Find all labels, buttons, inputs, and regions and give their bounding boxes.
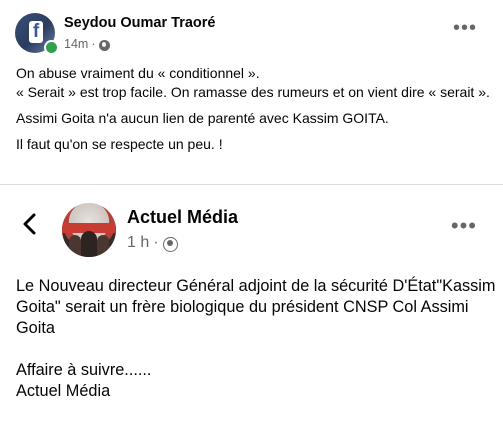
shared-post-body: Le Nouveau directeur Général adjoint de … [16,276,496,402]
shared-post-meta: 1 h · [127,234,178,252]
post-paragraph: Assimi Goita n'a aucun lien de parenté a… [16,110,389,126]
shared-post-paragraph: Le Nouveau directeur Général adjoint de … [16,277,496,337]
shared-post-paragraph: Affaire à suivre...... Actuel Média [16,361,152,400]
globe-icon[interactable] [162,236,178,252]
meta-separator: · [153,234,159,251]
shared-post-timestamp[interactable]: 1 h [127,234,149,252]
facebook-logo-icon: f [29,21,43,43]
post-author-name[interactable]: Seydou Oumar Traoré [64,15,216,31]
facebook-post: f Seydou Oumar Traoré 14m · ••• On abuse… [0,0,503,184]
online-status-icon [44,40,59,55]
post-body: On abuse vraiment du « conditionnel ». «… [16,64,491,161]
post-paragraph: Il faut qu'on se respecte un peu. ! [16,136,223,152]
shared-more-options-button[interactable]: ••• [451,215,477,237]
chevron-left-icon[interactable] [22,213,38,235]
shared-page-name[interactable]: Actuel Média [127,207,238,228]
post-timestamp[interactable]: 14m [64,37,88,51]
globe-icon[interactable] [98,39,110,51]
more-options-button[interactable]: ••• [453,18,477,38]
post-paragraph: On abuse vraiment du « conditionnel ». «… [16,65,490,100]
post-meta: 14m · [64,37,110,51]
shared-page-avatar[interactable] [62,203,116,257]
shared-post-screenshot: Actuel Média 1 h · ••• Le Nouveau direct… [0,184,503,426]
meta-separator: · [91,37,96,51]
